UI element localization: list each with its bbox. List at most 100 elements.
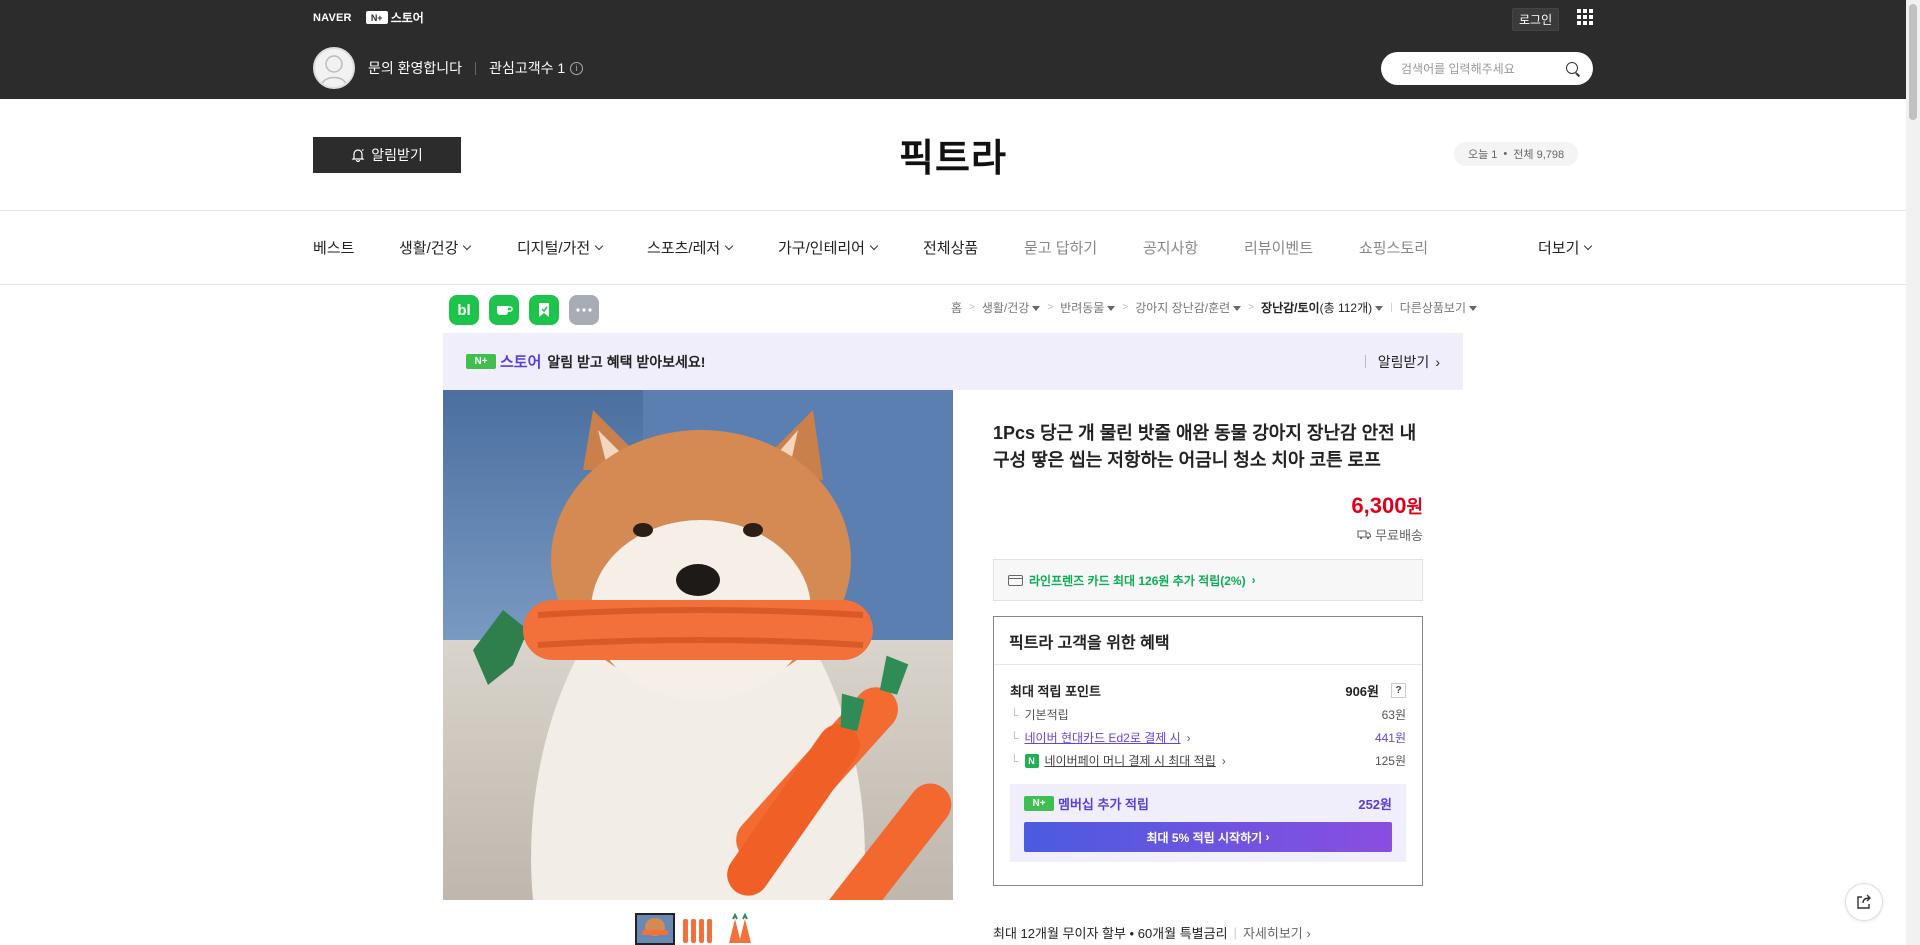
chevron-down-icon [463, 241, 472, 250]
chevron-right-icon: › [1435, 353, 1440, 370]
caret-down-icon [1107, 306, 1116, 312]
max-point-label: 최대 적립 포인트 [1010, 683, 1101, 699]
nav-item-digital[interactable]: 디지털/가전 [517, 237, 604, 258]
nav-item-all-products[interactable]: 전체상품 [923, 237, 978, 258]
divider [475, 61, 477, 75]
avatar[interactable] [313, 47, 355, 89]
nav-item-notice[interactable]: 공지사항 [1143, 237, 1198, 258]
membership-button-label: 최대 5% 적립 시작하기 [1146, 830, 1263, 845]
more-icon[interactable] [569, 295, 599, 325]
nav-item-living[interactable]: 생활/건강 [399, 237, 472, 258]
banner-text: 알림 받고 혜택 받아보세요! [547, 353, 706, 370]
breadcrumb-current[interactable]: 장난감/토이(총 112개) [1261, 299, 1384, 316]
chevron-down-icon [869, 241, 879, 250]
branch-icon: └ [1010, 730, 1019, 745]
login-button[interactable]: 로그인 [1512, 8, 1560, 31]
product-main-image[interactable] [443, 390, 953, 900]
card-point-link[interactable]: 네이버 현대카드 Ed2로 결제 시 [1025, 729, 1181, 746]
branch-icon: └ [1010, 707, 1019, 722]
chevron-down-icon [594, 241, 604, 250]
info-icon[interactable]: i [570, 61, 584, 75]
search-input[interactable] [1401, 61, 1561, 76]
card-point-label-wrap: └ 네이버 현대카드 Ed2로 결제 시 › [1010, 729, 1191, 746]
thumbnail-image[interactable] [635, 913, 675, 945]
breadcrumb-arrow: > [1047, 302, 1054, 313]
nav-label: 전체상품 [923, 240, 979, 257]
store-profile: 문의 환영합니다 관심고객수 1 i [313, 47, 584, 89]
caret-down-icon [1032, 306, 1041, 312]
other-products-dropdown[interactable]: 다른상품보기 [1400, 299, 1477, 316]
installment-more-link[interactable]: 자세히보기 › [1243, 923, 1311, 942]
nav-item-sports[interactable]: 스포츠/레저 [647, 237, 734, 258]
blog-icon[interactable]: bl [449, 295, 479, 325]
banner-alarm-link[interactable]: 알림받기 › [1364, 352, 1440, 372]
breadcrumb-category-3[interactable]: 강아지 장난감/훈련 [1135, 299, 1242, 316]
blog-icon-label: bl [457, 301, 471, 319]
product-price: 6,300원 [993, 493, 1423, 519]
breadcrumb-label: 다른상품보기 [1399, 301, 1466, 315]
base-point-value: 63원 [1381, 708, 1406, 722]
caret-down-icon [1469, 306, 1477, 312]
benefit-title: 픽트라 고객을 위한 혜택 [994, 617, 1422, 665]
breadcrumb-arrow: > [969, 302, 975, 313]
max-point-value: 906원 [1345, 683, 1379, 699]
nav-label: 생활/건강 [399, 240, 459, 257]
nplus-badge: N+ [466, 354, 496, 369]
chevron-down-icon [1584, 241, 1593, 250]
visitors-today: 오늘 1 [1468, 149, 1498, 161]
nav-label: 디지털/가전 [517, 240, 591, 257]
chevron-right-icon: › [1221, 753, 1226, 768]
nav-more[interactable]: 더보기 [1538, 237, 1593, 258]
scrollbar-thumb[interactable] [1909, 4, 1917, 120]
share-button[interactable] [1845, 883, 1883, 921]
global-top-bar: NAVER N+ 스토어 로그인 문의 환영합니다 관심고객수 1 i [0, 0, 1906, 99]
card-benefit-banner[interactable]: 라인프렌즈 카드 최대 126원 추가 적립(2%) › [993, 559, 1423, 601]
nav-label: 스포츠/레저 [647, 240, 721, 257]
search-icon[interactable] [1565, 61, 1581, 77]
breadcrumb-label: 생활/건강 [981, 301, 1030, 315]
nplus-store-logo[interactable]: N+ 스토어 [365, 9, 424, 26]
nav-item-best[interactable]: 베스트 [313, 237, 354, 258]
breadcrumb-category-2[interactable]: 반려동물 [1060, 299, 1116, 316]
thumbnail-image[interactable] [719, 913, 759, 945]
nav-item-qna[interactable]: 묻고 답하기 [1024, 237, 1097, 258]
shipping-text: 무료배송 [1375, 528, 1423, 543]
npay-point-link[interactable]: 네이버페이 머니 결제 시 최대 적립 [1045, 752, 1216, 769]
card-benefit-text: 라인프렌즈 카드 최대 126원 추가 적립(2%) [1029, 573, 1246, 588]
bookmark-icon[interactable] [529, 295, 559, 325]
benefit-box: 픽트라 고객을 위한 혜택 최대 적립 포인트 906원? └ 기본적립 63원 … [993, 616, 1423, 886]
page-scrollbar[interactable] [1906, 0, 1920, 945]
naver-logo[interactable]: NAVER [313, 12, 352, 24]
caret-down-icon [1233, 306, 1242, 312]
breadcrumb-arrow: > [1122, 302, 1129, 313]
thumbnail-image[interactable] [677, 913, 717, 945]
breadcrumb-label: 반려동물 [1060, 301, 1105, 315]
card-point-value: 441원 [1374, 731, 1406, 745]
talk-icon[interactable] [489, 295, 519, 325]
card-point-row: └ 네이버 현대카드 Ed2로 결제 시 › 441원 [1010, 726, 1406, 749]
interest-count: 관심고객수 1 i [489, 58, 584, 78]
benefit-body: 최대 적립 포인트 906원? └ 기본적립 63원 └ 네이버 현대카드 Ed2로… [994, 665, 1422, 862]
nav-item-review-event[interactable]: 리뷰이벤트 [1244, 237, 1313, 258]
product-title: 1Pcs 당근 개 물린 밧줄 애완 동물 강아지 장난감 안전 내구성 땋은 … [993, 423, 1417, 470]
branch-icon: └ [1010, 753, 1019, 768]
breadcrumb-label: 강아지 장난감/훈련 [1135, 301, 1231, 315]
thumbnail-list [635, 913, 759, 945]
base-point-label-wrap: └ 기본적립 [1010, 706, 1069, 723]
membership-start-button[interactable]: 최대 5% 적립 시작하기 › [1024, 822, 1392, 852]
nav-item-furniture[interactable]: 가구/인테리어 [778, 237, 879, 258]
help-icon[interactable]: ? [1391, 682, 1406, 698]
breadcrumb-home[interactable]: 홈 [951, 299, 962, 316]
npay-point-row: └ N 네이버페이 머니 결제 시 최대 적립 › 125원 [1010, 749, 1406, 772]
breadcrumb-arrow: > [1248, 302, 1255, 313]
breadcrumb-category-1[interactable]: 생활/건강 [982, 299, 1041, 316]
breadcrumb-count: (총 112개) [1319, 301, 1373, 315]
price-value: 6,300 [1351, 493, 1407, 518]
channel-icons: bl [449, 295, 599, 325]
search-box [1381, 52, 1593, 85]
nplus-badge: N+ [365, 11, 388, 24]
apps-grid-icon[interactable] [1577, 9, 1593, 25]
nav-item-shopping-story[interactable]: 쇼핑스토리 [1359, 237, 1428, 258]
chevron-right-icon: › [1265, 830, 1270, 844]
store-title[interactable]: 픽트라 [0, 127, 1906, 182]
